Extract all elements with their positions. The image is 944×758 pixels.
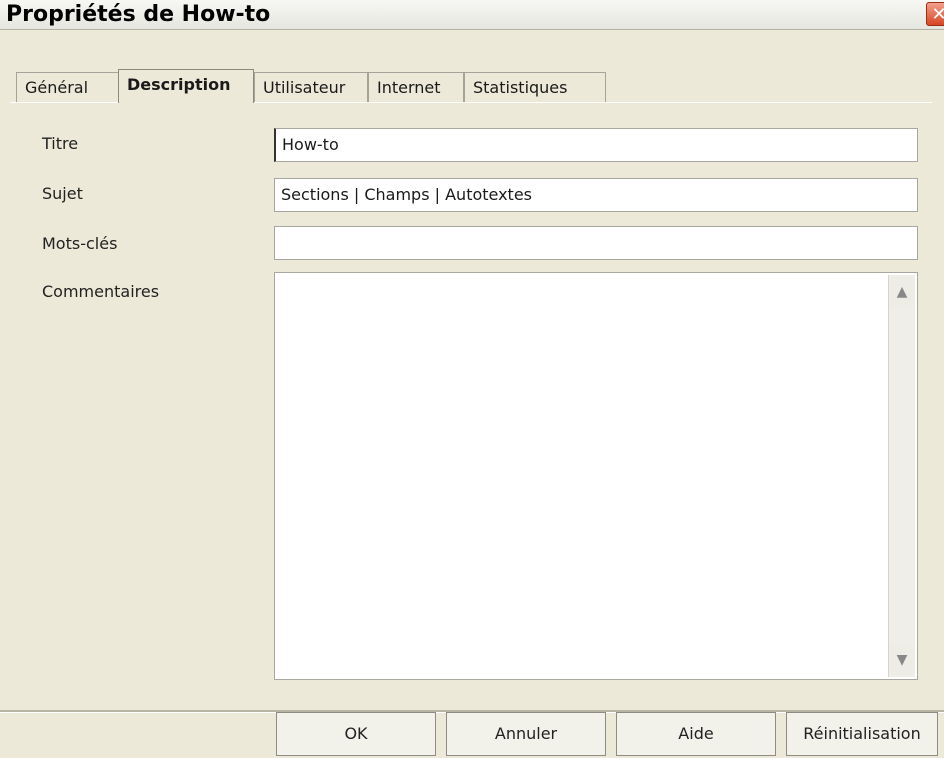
keywords-label: Mots-clés [42,234,118,253]
comments-textarea[interactable]: ▲ ▼ [274,272,918,680]
keywords-input[interactable] [274,226,918,260]
subject-label: Sujet [42,184,83,203]
close-icon[interactable]: ✕ [926,2,944,26]
tab-description[interactable]: Description [118,69,254,103]
scroll-down-icon[interactable]: ▼ [890,645,914,675]
scroll-up-icon[interactable]: ▲ [890,277,914,307]
tab-statistiques[interactable]: Statistiques [464,72,606,102]
title-input[interactable]: How-to [274,128,918,162]
tab-utilisateur[interactable]: Utilisateur [254,72,368,102]
tab-general[interactable]: Général [16,72,120,102]
window-title: Propriétés de How-to [6,2,271,27]
cancel-button[interactable]: Annuler [446,712,606,756]
title-label: Titre [42,134,79,153]
title-bar: Propriétés de How-to ✕ [0,0,944,30]
ok-button[interactable]: OK [276,712,436,756]
comments-label: Commentaires [42,282,160,301]
tab-internet[interactable]: Internet [368,72,464,102]
reset-button[interactable]: Réinitialisation [786,712,938,756]
comments-scrollbar[interactable]: ▲ ▼ [888,275,915,677]
subject-input[interactable]: Sections | Champs | Autotextes [274,178,918,212]
help-button[interactable]: Aide [616,712,776,756]
